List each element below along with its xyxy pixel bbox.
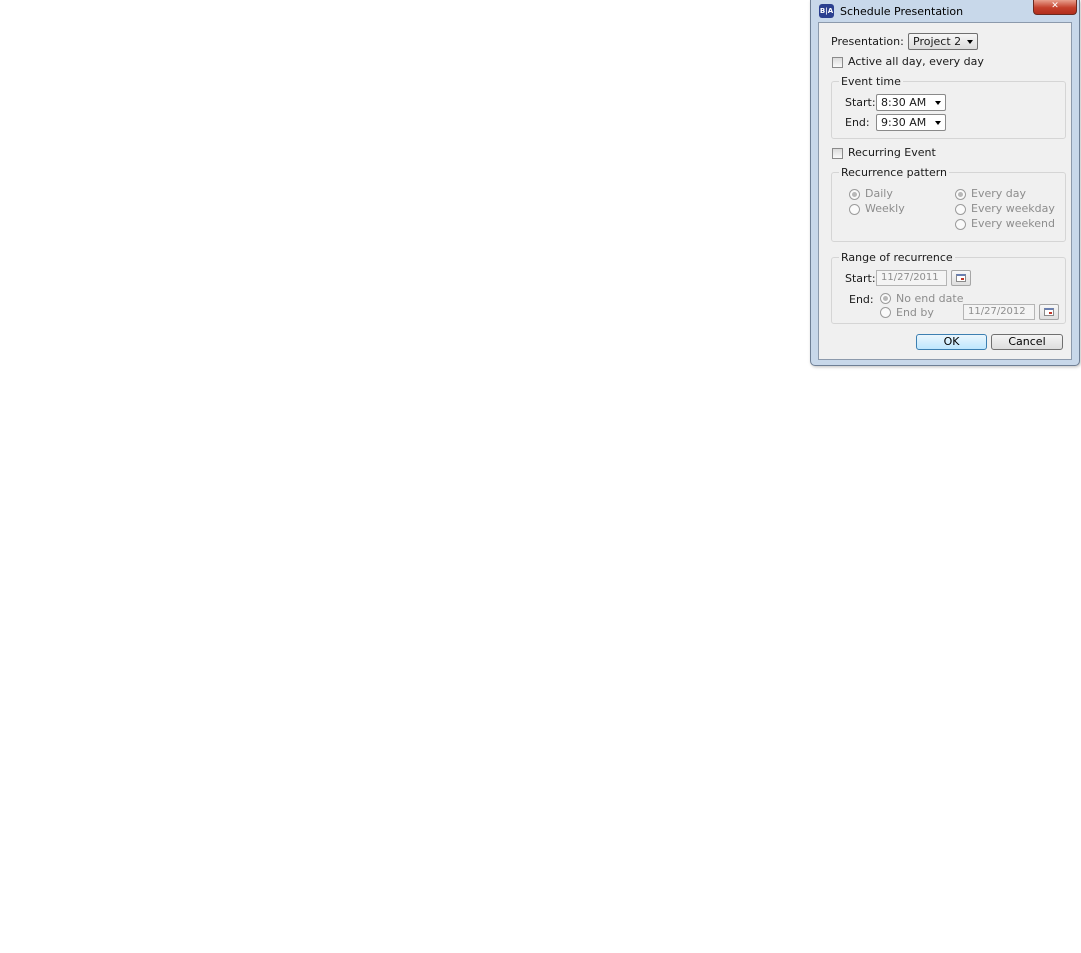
weekly-radio[interactable] bbox=[849, 204, 860, 215]
every-weekday-label: Every weekday bbox=[971, 202, 1055, 215]
event-end-label: End: bbox=[845, 116, 870, 129]
chevron-down-icon bbox=[967, 40, 973, 44]
event-start-label: Start: bbox=[845, 96, 876, 109]
range-start-date-field[interactable]: 11/27/2011 bbox=[876, 270, 947, 286]
no-end-date-radio[interactable] bbox=[880, 293, 891, 304]
app-logo-icon: B|A bbox=[819, 4, 834, 18]
end-by-date-field[interactable]: 11/27/2012 bbox=[963, 304, 1035, 320]
range-start-label: Start: bbox=[845, 272, 876, 285]
dialog-body: Presentation: Project 2 Active all day, … bbox=[818, 22, 1072, 360]
range-end-label: End: bbox=[849, 293, 874, 306]
range-of-recurrence-legend: Range of recurrence bbox=[839, 251, 955, 264]
event-end-time-dropdown[interactable]: 9:30 AM bbox=[876, 114, 946, 131]
recurring-event-label[interactable]: Recurring Event bbox=[848, 146, 936, 159]
end-by-calendar-button[interactable] bbox=[1039, 304, 1059, 320]
range-of-recurrence-group: Range of recurrence Start: 11/27/2011 En… bbox=[831, 251, 1066, 324]
every-day-radio[interactable] bbox=[955, 189, 966, 200]
active-all-day-checkbox[interactable] bbox=[832, 57, 843, 68]
ok-button[interactable]: OK bbox=[916, 334, 987, 350]
every-weekday-radio[interactable] bbox=[955, 204, 966, 215]
recurring-event-checkbox[interactable] bbox=[832, 148, 843, 159]
close-button[interactable]: ✕ bbox=[1033, 0, 1077, 15]
no-end-date-label: No end date bbox=[896, 292, 964, 305]
event-time-legend: Event time bbox=[839, 75, 903, 88]
presentation-dropdown[interactable]: Project 2 bbox=[908, 33, 978, 50]
title-bar[interactable]: B|A Schedule Presentation ✕ bbox=[811, 0, 1079, 22]
active-all-day-label[interactable]: Active all day, every day bbox=[848, 55, 984, 68]
daily-radio[interactable] bbox=[849, 189, 860, 200]
every-weekend-radio[interactable] bbox=[955, 219, 966, 230]
calendar-icon bbox=[956, 274, 966, 282]
recurrence-pattern-legend: Recurrence pattern bbox=[839, 166, 950, 179]
window-title: Schedule Presentation bbox=[840, 5, 964, 18]
every-weekend-label: Every weekend bbox=[971, 217, 1055, 230]
weekly-label: Weekly bbox=[865, 202, 905, 215]
range-start-calendar-button[interactable] bbox=[951, 270, 971, 286]
event-start-time-value: 8:30 AM bbox=[881, 96, 927, 109]
calendar-icon bbox=[1044, 308, 1054, 316]
presentation-label: Presentation: bbox=[831, 35, 904, 48]
end-by-radio[interactable] bbox=[880, 307, 891, 318]
end-by-label: End by bbox=[896, 306, 934, 319]
presentation-selected: Project 2 bbox=[913, 35, 962, 48]
every-day-label: Every day bbox=[971, 187, 1026, 200]
daily-label: Daily bbox=[865, 187, 893, 200]
chevron-down-icon bbox=[935, 121, 941, 125]
event-start-time-dropdown[interactable]: 8:30 AM bbox=[876, 94, 946, 111]
cancel-button[interactable]: Cancel bbox=[991, 334, 1063, 350]
recurrence-pattern-group: Recurrence pattern Daily Weekly Every da… bbox=[831, 166, 1066, 242]
schedule-presentation-dialog: B|A Schedule Presentation ✕ Presentation… bbox=[810, 0, 1080, 366]
event-time-group: Event time Start: 8:30 AM End: 9:30 AM bbox=[831, 75, 1066, 139]
event-end-time-value: 9:30 AM bbox=[881, 116, 927, 129]
chevron-down-icon bbox=[935, 101, 941, 105]
